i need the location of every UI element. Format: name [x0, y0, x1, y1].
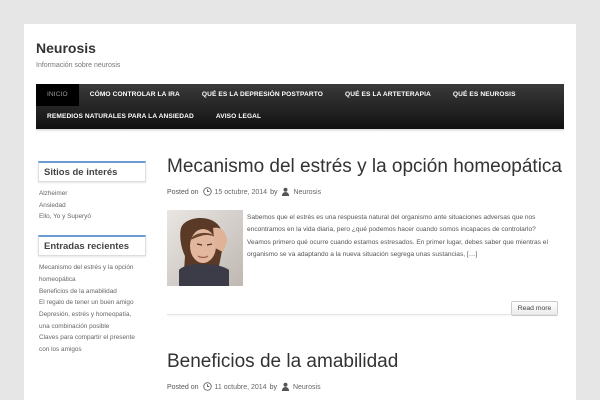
post-meta: Posted on 11 octubre, 2014 by Neurosis	[167, 381, 558, 393]
list-item: una combinación posible	[39, 321, 146, 333]
page-container: Neurosis Información sobre neurosis Inic…	[24, 24, 576, 400]
list-item: El regalo de tener un buen amigo	[39, 297, 146, 309]
post-divider	[167, 314, 558, 315]
list-item: con los amigos	[39, 344, 146, 356]
post-article: Mecanismo del estrés y la opción homeopá…	[167, 155, 562, 316]
list-item: homeopática	[39, 274, 146, 286]
widget-sitios-interes: Sitios de interés Alzheimer Ansiedad Ell…	[38, 161, 146, 223]
recent-post-link[interactable]: una combinación posible	[39, 323, 109, 330]
nav-item-remedios-ansiedad[interactable]: Remedios naturales para la ansiedad	[36, 106, 205, 128]
post-date-link[interactable]: 11 octubre, 2014	[215, 384, 267, 391]
post-excerpt: Sabemos que el estrés es una respuesta n…	[247, 214, 548, 259]
recent-post-link[interactable]: Mecanismo del estrés y la opción	[39, 264, 133, 271]
clock-icon	[202, 186, 212, 198]
sidebar: Sitios de interés Alzheimer Ansiedad Ell…	[38, 161, 146, 368]
list-item: Claves para compartir el presente	[39, 332, 146, 344]
nav-item-controlar-ira[interactable]: Cómo controlar la ira	[79, 84, 191, 106]
post-article: Beneficios de la amabilidad Posted on 11…	[167, 350, 558, 393]
recent-post-link[interactable]: El regalo de tener un buen amigo	[39, 299, 134, 306]
widget-title: Sitios de interés	[38, 161, 146, 182]
post-title[interactable]: Mecanismo del estrés y la opción homeopá…	[167, 155, 562, 179]
post-author-link[interactable]: Neurosis	[293, 384, 321, 391]
post-title[interactable]: Beneficios de la amabilidad	[167, 350, 558, 374]
list-item: Alzheimer	[39, 188, 146, 200]
post-meta: Posted on 15 octubre, 2014 by Neurosis	[167, 186, 558, 198]
user-icon	[281, 382, 290, 393]
list-item: Beneficios de la amabilidad	[39, 286, 146, 298]
by-label: by	[270, 188, 278, 196]
nav-row-2: Remedios naturales para la ansiedad Avis…	[36, 106, 272, 128]
list-item: Ansiedad	[39, 200, 146, 212]
widget-list: Mecanismo del estrés y la opción homeopá…	[38, 256, 146, 356]
by-label: by	[269, 383, 277, 391]
nav-row-1: Inicio Cómo controlar la ira Qué es la d…	[36, 84, 527, 106]
list-item: Ello, Yo y Superyó	[39, 211, 146, 223]
post-body: Sabemos que el estrés es una respuesta n…	[167, 210, 558, 316]
list-item: Depresión, estrés y homeopatía,	[39, 309, 146, 321]
list-item: Mecanismo del estrés y la opción	[39, 262, 146, 274]
site-description: Información sobre neurosis	[36, 62, 121, 69]
posted-on-label: Posted on	[167, 188, 199, 196]
widget-list: Alzheimer Ansiedad Ello, Yo y Superyó	[38, 182, 146, 223]
nav-item-inicio[interactable]: Inicio	[36, 84, 79, 106]
user-icon	[281, 187, 290, 198]
posted-on-label: Posted on	[167, 383, 199, 391]
clock-icon	[202, 381, 212, 393]
recent-post-link[interactable]: con los amigos	[39, 346, 82, 353]
site-title[interactable]: Neurosis	[36, 40, 96, 56]
nav-item-arteterapia[interactable]: Qué es la arteterapia	[334, 84, 442, 106]
post-thumbnail[interactable]	[167, 210, 243, 286]
post-date-link[interactable]: 15 octubre, 2014	[215, 189, 268, 196]
nav-item-aviso-legal[interactable]: Aviso legal	[205, 106, 272, 128]
nav-shadow	[36, 129, 564, 132]
link-ello-yo-superyo[interactable]: Ello, Yo y Superyó	[39, 213, 91, 220]
main-navigation: Inicio Cómo controlar la ira Qué es la d…	[36, 84, 564, 129]
recent-post-link[interactable]: homeopática	[39, 276, 76, 283]
post-author-link[interactable]: Neurosis	[293, 189, 321, 196]
recent-post-link[interactable]: Claves para compartir el presente	[39, 334, 135, 341]
widget-title: Entradas recientes	[38, 235, 146, 257]
widget-entradas-recientes: Entradas recientes Mecanismo del estrés …	[38, 235, 146, 356]
nav-item-depresion-postparto[interactable]: Qué es la depresión postparto	[191, 84, 334, 106]
link-ansiedad[interactable]: Ansiedad	[39, 202, 66, 209]
link-alzheimer[interactable]: Alzheimer	[39, 190, 67, 197]
nav-item-neurosis[interactable]: Qué es neurosis	[442, 84, 527, 106]
recent-post-link[interactable]: Beneficios de la amabilidad	[39, 288, 117, 295]
recent-post-link[interactable]: Depresión, estrés y homeopatía,	[39, 311, 131, 318]
